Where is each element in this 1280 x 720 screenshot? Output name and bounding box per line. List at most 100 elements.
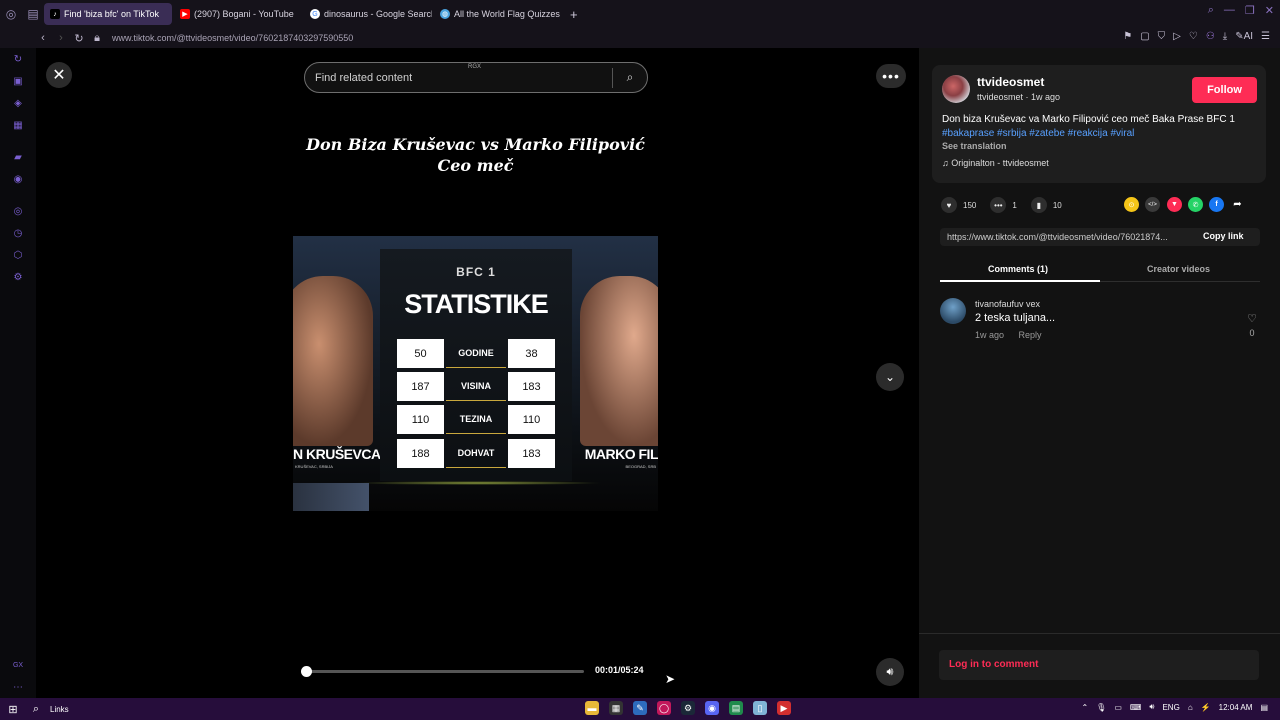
comment-like-button[interactable]: ♡ 0 bbox=[1245, 312, 1259, 340]
tab-comments[interactable]: Comments (1) bbox=[988, 264, 1048, 274]
author-name[interactable]: ttvideosmet bbox=[977, 75, 1044, 89]
video-player[interactable]: Find related content ⌕ RGX Don Biza Kruš… bbox=[293, 48, 675, 698]
description-text: Don biza Kruševac va Marko Filipović ceo… bbox=[942, 114, 1235, 125]
copy-link-button[interactable]: Copy link bbox=[1203, 231, 1244, 241]
file-explorer-icon[interactable]: ▬ bbox=[585, 701, 599, 715]
follow-button[interactable]: Follow bbox=[1192, 77, 1257, 103]
steam-icon[interactable]: ⚙ bbox=[681, 701, 695, 715]
network-icon[interactable]: ⌨ bbox=[1130, 703, 1142, 712]
whatsapp-share-icon[interactable]: ✆ bbox=[1188, 197, 1203, 212]
sidebar-bag-icon[interactable]: ▣ bbox=[12, 76, 24, 88]
new-tab-button[interactable]: + bbox=[564, 7, 584, 22]
media-app-icon[interactable]: ▶ bbox=[777, 701, 791, 715]
editor-icon[interactable]: ✎ bbox=[633, 701, 647, 715]
see-translation-link[interactable]: See translation bbox=[942, 141, 1007, 151]
sidebar-settings-icon[interactable]: ⚙ bbox=[12, 272, 24, 284]
embed-share-icon[interactable]: </> bbox=[1145, 197, 1160, 212]
taskbar-search-icon[interactable]: ⌕ bbox=[26, 703, 46, 716]
bookmark-icon[interactable]: ⚑ bbox=[1123, 31, 1132, 42]
next-video-button[interactable]: ⌄ bbox=[876, 363, 904, 391]
sidebar-game-icon[interactable]: ◈ bbox=[12, 98, 24, 110]
details-panel: ttvideosmet ttvideosmet · 1w ago Follow … bbox=[919, 48, 1280, 698]
sidebar-extensions-icon[interactable]: ⬡ bbox=[12, 250, 24, 262]
language-indicator[interactable]: ENG bbox=[1162, 703, 1179, 712]
hashtag-link[interactable]: #viral bbox=[1110, 128, 1134, 139]
sidebar-more-icon[interactable]: ⋯ bbox=[12, 682, 24, 694]
notepad-icon[interactable]: ▯ bbox=[753, 701, 767, 715]
reload-icon[interactable]: ↻ bbox=[70, 32, 88, 45]
video-link-text[interactable]: https://www.tiktok.com/@ttvideosmet/vide… bbox=[947, 232, 1192, 242]
play-icon[interactable]: ▷ bbox=[1173, 31, 1181, 42]
sidebar-history-icon[interactable]: ◷ bbox=[12, 228, 24, 240]
close-window-icon[interactable]: ✕ bbox=[1265, 4, 1274, 17]
hashtag-link[interactable]: #zatebe bbox=[1029, 128, 1065, 139]
tray-chevron-icon[interactable]: ⌃ bbox=[1081, 703, 1088, 712]
search-tabs-icon[interactable]: ⌕ bbox=[1208, 4, 1214, 17]
profile-icon[interactable]: ⚇ bbox=[1206, 31, 1215, 42]
more-options-button[interactable]: ••• bbox=[876, 64, 906, 88]
ai-icon[interactable]: ✎AI bbox=[1235, 31, 1253, 42]
back-icon[interactable]: ‹ bbox=[34, 32, 52, 44]
tab-tiktok[interactable]: ♪ Find 'biza bfc' on TikTok bbox=[44, 3, 172, 25]
video-progress-bar[interactable] bbox=[300, 666, 584, 677]
opera-gx-icon[interactable]: ◯ bbox=[657, 701, 671, 715]
tab-creator-videos[interactable]: Creator videos bbox=[1147, 264, 1210, 274]
tab-youtube[interactable]: ▶ (2907) Bogani - YouTube bbox=[174, 3, 302, 25]
commenter-avatar[interactable] bbox=[940, 298, 966, 324]
spreadsheet-icon[interactable]: ▤ bbox=[729, 701, 743, 715]
login-to-comment-box[interactable]: Log in to comment bbox=[939, 650, 1259, 680]
menu-icon[interactable]: ☰ bbox=[1261, 31, 1270, 42]
sidebar-refresh-icon[interactable]: ↻ bbox=[12, 54, 24, 66]
reply-button[interactable]: Reply bbox=[1019, 330, 1042, 340]
clock[interactable]: 12:04 AM bbox=[1219, 703, 1253, 712]
tab-overview-icon[interactable]: ▤ bbox=[22, 3, 44, 25]
speaker-icon[interactable]: 🔊︎ bbox=[1149, 702, 1154, 712]
login-to-comment-link[interactable]: Log in to comment bbox=[949, 659, 1038, 670]
microphone-icon[interactable]: 🎙︎ bbox=[1096, 703, 1106, 712]
maximize-icon[interactable]: ❐ bbox=[1245, 4, 1255, 17]
battery-icon[interactable]: ▭ bbox=[1114, 703, 1122, 712]
shield-icon[interactable]: ⛉ bbox=[1158, 31, 1166, 42]
direct-send-icon[interactable]: ▼ bbox=[1167, 197, 1182, 212]
facebook-share-icon[interactable]: f bbox=[1209, 197, 1224, 212]
windows-start-icon[interactable]: ⊞ bbox=[0, 703, 26, 716]
download-icon[interactable]: ⤓ bbox=[1223, 31, 1227, 42]
heart-icon[interactable]: ♡ bbox=[1189, 31, 1198, 42]
snapshot-icon[interactable]: ▢ bbox=[1140, 31, 1149, 42]
progress-knob[interactable] bbox=[300, 666, 312, 677]
discord-icon[interactable]: ◉ bbox=[705, 701, 719, 715]
music-link[interactable]: ♫ Originalton - ttvideosmet bbox=[942, 158, 1049, 168]
forward-icon[interactable]: › bbox=[52, 32, 70, 44]
sidebar-gx-icon[interactable]: GX bbox=[12, 660, 24, 672]
hashtag-link[interactable]: #bakaprase bbox=[942, 128, 994, 139]
taskbar-links-label[interactable]: Links bbox=[50, 705, 69, 714]
volume-button[interactable]: 🔊︎ bbox=[876, 658, 904, 686]
comment-meta: 1w ago Reply bbox=[975, 330, 1042, 340]
minimize-icon[interactable]: — bbox=[1224, 4, 1235, 17]
hashtag-link[interactable]: #reakcija bbox=[1068, 128, 1108, 139]
like-button[interactable]: ♥ 150 bbox=[941, 197, 976, 213]
sidebar-discord-icon[interactable]: ◉ bbox=[12, 174, 24, 186]
hashtag-link[interactable]: #srbija bbox=[997, 128, 1026, 139]
comment-button[interactable]: ••• 1 bbox=[990, 197, 1017, 213]
tray-icon[interactable]: ⚡ bbox=[1201, 703, 1211, 712]
tab-google[interactable]: G dinosaurus - Google Search bbox=[304, 3, 432, 25]
browser-menu-icon[interactable]: ◎ bbox=[0, 3, 22, 25]
commenter-name[interactable]: tivanofaufuv vex bbox=[975, 299, 1040, 309]
sidebar-news-icon[interactable]: ▦ bbox=[12, 120, 24, 132]
sidebar-player-icon[interactable]: ◎ bbox=[12, 206, 24, 218]
notifications-icon[interactable]: ▤ bbox=[1260, 703, 1268, 712]
save-button[interactable]: ▮ 10 bbox=[1030, 197, 1062, 213]
tab-flags[interactable]: ◍ All the World Flag Quizzes bbox=[434, 3, 562, 25]
sidebar-twitch-icon[interactable]: ▰ bbox=[12, 152, 24, 164]
author-avatar[interactable] bbox=[942, 75, 970, 103]
url-field[interactable]: www.tiktok.com/@ttvideosmet/video/760218… bbox=[112, 33, 353, 43]
share-arrow-icon[interactable]: ➦ bbox=[1230, 197, 1245, 212]
search-icon[interactable]: ⌕ bbox=[613, 70, 647, 85]
tiktok-page: ✕ Find related content ⌕ RGX Don Biza Kr… bbox=[36, 48, 1280, 698]
calculator-icon[interactable]: ▦ bbox=[609, 701, 623, 715]
tray-icon[interactable]: ⌂ bbox=[1188, 703, 1193, 712]
close-video-button[interactable]: ✕ bbox=[46, 62, 72, 88]
search-input[interactable]: Find related content bbox=[305, 72, 612, 84]
coin-share-icon[interactable]: ⊙ bbox=[1124, 197, 1139, 212]
